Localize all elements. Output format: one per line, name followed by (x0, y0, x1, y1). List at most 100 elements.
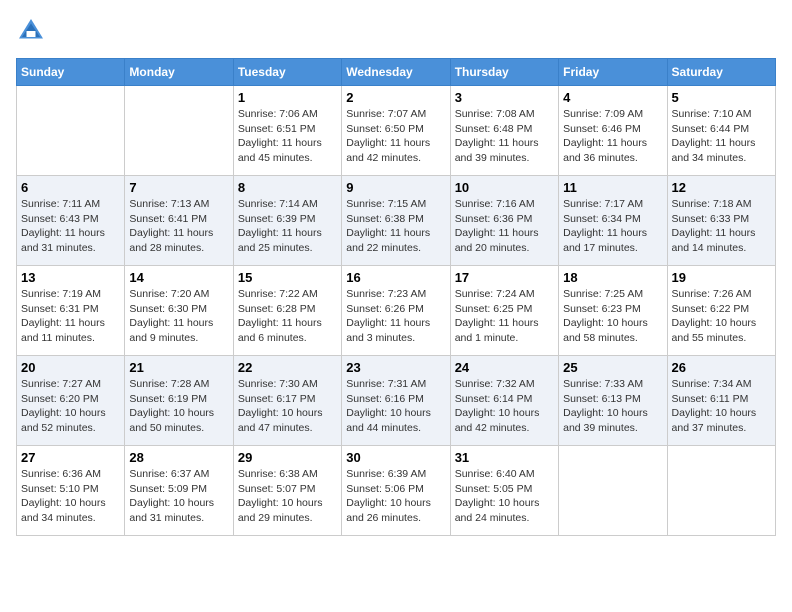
day-number: 12 (672, 180, 771, 195)
day-number: 25 (563, 360, 662, 375)
day-number: 5 (672, 90, 771, 105)
day-number: 22 (238, 360, 337, 375)
day-number: 20 (21, 360, 120, 375)
day-info: Sunrise: 7:31 AMSunset: 6:16 PMDaylight:… (346, 377, 445, 436)
day-number: 4 (563, 90, 662, 105)
calendar-day-cell: 24Sunrise: 7:32 AMSunset: 6:14 PMDayligh… (450, 356, 558, 446)
day-number: 3 (455, 90, 554, 105)
day-number: 13 (21, 270, 120, 285)
calendar-day-cell: 8Sunrise: 7:14 AMSunset: 6:39 PMDaylight… (233, 176, 341, 266)
calendar-day-cell: 3 Sunrise: 7:08 AMSunset: 6:48 PMDaylight… (450, 86, 558, 176)
day-number: 23 (346, 360, 445, 375)
day-info: Sunrise: 6:39 AMSunset: 5:06 PMDaylight:… (346, 467, 445, 526)
calendar-header-row: SundayMondayTuesdayWednesdayThursdayFrid… (17, 59, 776, 86)
day-number: 8 (238, 180, 337, 195)
day-of-week-header: Wednesday (342, 59, 450, 86)
day-info: Sunrise: 7:20 AMSunset: 6:30 PMDaylight:… (129, 287, 228, 346)
calendar-day-cell: 29 Sunrise: 6:38 AMSunset: 5:07 PMDayligh… (233, 446, 341, 536)
day-number: 11 (563, 180, 662, 195)
calendar-day-cell: 14Sunrise: 7:20 AMSunset: 6:30 PMDayligh… (125, 266, 233, 356)
calendar-day-cell (559, 446, 667, 536)
day-number: 29 (238, 450, 337, 465)
day-info: Sunrise: 7:06 AMSunset: 6:51 PMDaylight:… (238, 107, 337, 166)
day-info: Sunrise: 7:11 AMSunset: 6:43 PMDaylight:… (21, 197, 120, 256)
calendar-day-cell (125, 86, 233, 176)
day-number: 30 (346, 450, 445, 465)
day-info: Sunrise: 7:15 AMSunset: 6:38 PMDaylight:… (346, 197, 445, 256)
logo (16, 16, 48, 46)
calendar-week-row: 13 Sunrise: 7:19 AMSunset: 6:31 PMDayligh… (17, 266, 776, 356)
day-number: 27 (21, 450, 120, 465)
calendar-day-cell: 11 Sunrise: 7:17 AMSunset: 6:34 PMDayligh… (559, 176, 667, 266)
day-of-week-header: Sunday (17, 59, 125, 86)
calendar-day-cell: 31 Sunrise: 6:40 AMSunset: 5:05 PMDayligh… (450, 446, 558, 536)
page-header (16, 16, 776, 46)
day-number: 15 (238, 270, 337, 285)
day-number: 2 (346, 90, 445, 105)
calendar-day-cell: 21 Sunrise: 7:28 AMSunset: 6:19 PMDayligh… (125, 356, 233, 446)
day-number: 7 (129, 180, 228, 195)
day-number: 17 (455, 270, 554, 285)
calendar-day-cell: 6 Sunrise: 7:11 AMSunset: 6:43 PMDaylight… (17, 176, 125, 266)
calendar-day-cell: 4 Sunrise: 7:09 AMSunset: 6:46 PMDaylight… (559, 86, 667, 176)
day-of-week-header: Thursday (450, 59, 558, 86)
calendar-week-row: 1 Sunrise: 7:06 AMSunset: 6:51 PMDaylight… (17, 86, 776, 176)
calendar-day-cell: 30 Sunrise: 6:39 AMSunset: 5:06 PMDayligh… (342, 446, 450, 536)
calendar-day-cell: 27 Sunrise: 6:36 AMSunset: 5:10 PMDayligh… (17, 446, 125, 536)
day-number: 21 (129, 360, 228, 375)
day-of-week-header: Friday (559, 59, 667, 86)
day-of-week-header: Tuesday (233, 59, 341, 86)
day-info: Sunrise: 7:19 AMSunset: 6:31 PMDaylight:… (21, 287, 120, 346)
calendar-day-cell: 28 Sunrise: 6:37 AMSunset: 5:09 PMDayligh… (125, 446, 233, 536)
calendar-day-cell: 13 Sunrise: 7:19 AMSunset: 6:31 PMDayligh… (17, 266, 125, 356)
day-number: 28 (129, 450, 228, 465)
calendar-day-cell: 9 Sunrise: 7:15 AMSunset: 6:38 PMDaylight… (342, 176, 450, 266)
calendar-day-cell: 23 Sunrise: 7:31 AMSunset: 6:16 PMDayligh… (342, 356, 450, 446)
calendar-day-cell (667, 446, 775, 536)
day-info: Sunrise: 7:22 AMSunset: 6:28 PMDaylight:… (238, 287, 337, 346)
day-info: Sunrise: 7:07 AMSunset: 6:50 PMDaylight:… (346, 107, 445, 166)
day-info: Sunrise: 7:24 AMSunset: 6:25 PMDaylight:… (455, 287, 554, 346)
calendar-day-cell: 20 Sunrise: 7:27 AMSunset: 6:20 PMDayligh… (17, 356, 125, 446)
calendar-week-row: 6 Sunrise: 7:11 AMSunset: 6:43 PMDaylight… (17, 176, 776, 266)
logo-icon (16, 16, 46, 46)
day-info: Sunrise: 7:23 AMSunset: 6:26 PMDaylight:… (346, 287, 445, 346)
calendar-day-cell: 10Sunrise: 7:16 AMSunset: 6:36 PMDayligh… (450, 176, 558, 266)
day-info: Sunrise: 7:28 AMSunset: 6:19 PMDaylight:… (129, 377, 228, 436)
calendar-day-cell: 5 Sunrise: 7:10 AMSunset: 6:44 PMDaylight… (667, 86, 775, 176)
calendar-day-cell: 12 Sunrise: 7:18 AMSunset: 6:33 PMDayligh… (667, 176, 775, 266)
day-info: Sunrise: 7:30 AMSunset: 6:17 PMDaylight:… (238, 377, 337, 436)
day-info: Sunrise: 7:34 AMSunset: 6:11 PMDaylight:… (672, 377, 771, 436)
calendar-day-cell: 22 Sunrise: 7:30 AMSunset: 6:17 PMDayligh… (233, 356, 341, 446)
day-info: Sunrise: 7:10 AMSunset: 6:44 PMDaylight:… (672, 107, 771, 166)
day-info: Sunrise: 7:27 AMSunset: 6:20 PMDaylight:… (21, 377, 120, 436)
day-info: Sunrise: 7:18 AMSunset: 6:33 PMDaylight:… (672, 197, 771, 256)
day-info: Sunrise: 6:37 AMSunset: 5:09 PMDaylight:… (129, 467, 228, 526)
day-info: Sunrise: 7:33 AMSunset: 6:13 PMDaylight:… (563, 377, 662, 436)
day-of-week-header: Monday (125, 59, 233, 86)
day-number: 9 (346, 180, 445, 195)
day-info: Sunrise: 7:25 AMSunset: 6:23 PMDaylight:… (563, 287, 662, 346)
calendar-day-cell: 15 Sunrise: 7:22 AMSunset: 6:28 PMDayligh… (233, 266, 341, 356)
calendar-day-cell (17, 86, 125, 176)
day-number: 31 (455, 450, 554, 465)
day-info: Sunrise: 6:40 AMSunset: 5:05 PMDaylight:… (455, 467, 554, 526)
day-info: Sunrise: 7:17 AMSunset: 6:34 PMDaylight:… (563, 197, 662, 256)
day-number: 19 (672, 270, 771, 285)
day-of-week-header: Saturday (667, 59, 775, 86)
calendar-day-cell: 1 Sunrise: 7:06 AMSunset: 6:51 PMDaylight… (233, 86, 341, 176)
day-number: 10 (455, 180, 554, 195)
day-info: Sunrise: 7:08 AMSunset: 6:48 PMDaylight:… (455, 107, 554, 166)
day-number: 26 (672, 360, 771, 375)
calendar-day-cell: 16Sunrise: 7:23 AMSunset: 6:26 PMDayligh… (342, 266, 450, 356)
day-number: 6 (21, 180, 120, 195)
day-info: Sunrise: 6:38 AMSunset: 5:07 PMDaylight:… (238, 467, 337, 526)
calendar-day-cell: 19 Sunrise: 7:26 AMSunset: 6:22 PMDayligh… (667, 266, 775, 356)
day-number: 1 (238, 90, 337, 105)
calendar-day-cell: 18Sunrise: 7:25 AMSunset: 6:23 PMDayligh… (559, 266, 667, 356)
day-info: Sunrise: 7:26 AMSunset: 6:22 PMDaylight:… (672, 287, 771, 346)
day-info: Sunrise: 7:09 AMSunset: 6:46 PMDaylight:… (563, 107, 662, 166)
day-info: Sunrise: 6:36 AMSunset: 5:10 PMDaylight:… (21, 467, 120, 526)
calendar-week-row: 20 Sunrise: 7:27 AMSunset: 6:20 PMDayligh… (17, 356, 776, 446)
calendar-day-cell: 26 Sunrise: 7:34 AMSunset: 6:11 PMDayligh… (667, 356, 775, 446)
